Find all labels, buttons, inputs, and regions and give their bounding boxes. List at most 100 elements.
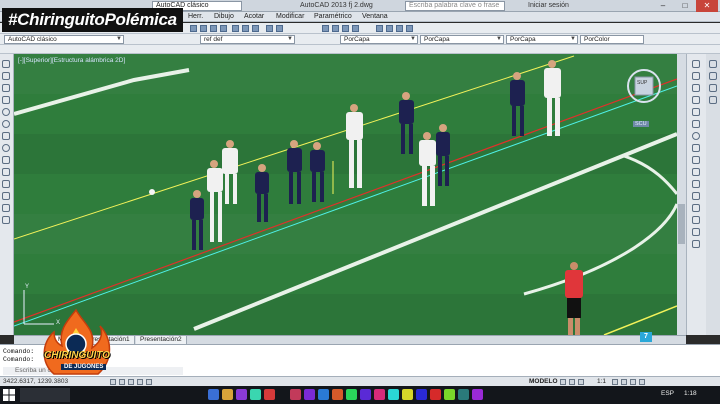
taskbar-app-icon[interactable] — [472, 389, 483, 400]
break-tool-icon[interactable] — [692, 192, 700, 200]
save-icon[interactable] — [210, 25, 217, 32]
open-icon[interactable] — [200, 25, 207, 32]
move-tool-icon[interactable] — [692, 120, 700, 128]
ortho-toggle[interactable] — [128, 379, 134, 385]
snap-tool-icon[interactable] — [709, 84, 717, 92]
polar-toggle[interactable] — [137, 379, 143, 385]
tool-palettes-icon[interactable] — [396, 25, 403, 32]
redo-icon[interactable] — [276, 25, 283, 32]
copy-tool-icon[interactable] — [692, 72, 700, 80]
annotation-visibility-icon[interactable] — [612, 379, 618, 385]
distance-tool-icon[interactable] — [709, 60, 717, 68]
ucs-dropdown[interactable]: SCU — [633, 121, 649, 127]
layer-dropdown[interactable]: ref def ▼ — [200, 35, 295, 44]
taskbar-app-icon[interactable] — [388, 389, 399, 400]
taskbar-app-icon[interactable] — [236, 389, 247, 400]
cut-icon[interactable] — [232, 25, 239, 32]
pan-icon[interactable] — [322, 25, 329, 32]
spline-tool-icon[interactable] — [2, 132, 10, 140]
trim-tool-icon[interactable] — [692, 168, 700, 176]
paste-icon[interactable] — [252, 25, 259, 32]
region-tool-icon[interactable] — [2, 192, 10, 200]
scrollbar-thumb[interactable] — [678, 204, 685, 244]
offset-tool-icon[interactable] — [692, 96, 700, 104]
table-tool-icon[interactable] — [2, 204, 10, 212]
block-tool-icon[interactable] — [2, 156, 10, 164]
taskbar-app-icon[interactable] — [444, 389, 455, 400]
quick-view-drawings-icon[interactable] — [569, 379, 575, 385]
signin-link[interactable]: Iniciar sesión — [528, 1, 569, 11]
taskbar-app-icon[interactable] — [222, 389, 233, 400]
stretch-tool-icon[interactable] — [692, 156, 700, 164]
model-space-button[interactable]: MODELO — [529, 378, 558, 386]
scale-tool-icon[interactable] — [692, 144, 700, 152]
erase-tool-icon[interactable] — [692, 60, 700, 68]
extend-tool-icon[interactable] — [692, 180, 700, 188]
osnap-toggle[interactable] — [146, 379, 152, 385]
taskbar-app-icon[interactable] — [264, 389, 275, 400]
taskbar-app-icon[interactable] — [374, 389, 385, 400]
lineweight-dropdown[interactable]: PorCapa ▼ — [506, 35, 578, 44]
arc-tool-icon[interactable] — [2, 108, 10, 116]
taskbar-app-icon[interactable] — [360, 389, 371, 400]
rectangle-tool-icon[interactable] — [2, 96, 10, 104]
new-icon[interactable] — [190, 25, 197, 32]
close-icon[interactable]: ✕ — [696, 0, 718, 12]
taskbar-search[interactable] — [20, 388, 70, 402]
copy-icon[interactable] — [242, 25, 249, 32]
menu-dimension[interactable]: Acotar — [244, 12, 264, 22]
text-tool-icon[interactable] — [2, 216, 10, 224]
windows-start-icon[interactable] — [3, 389, 15, 401]
taskbar-app-icon[interactable] — [290, 389, 301, 400]
help-search-input[interactable]: Escriba palabra clave o frase — [405, 1, 505, 11]
ellipse-tool-icon[interactable] — [2, 144, 10, 152]
chamfer-tool-icon[interactable] — [692, 216, 700, 224]
taskbar-app-icon[interactable] — [430, 389, 441, 400]
quick-view-layouts-icon[interactable] — [560, 379, 566, 385]
taskbar-app-icon[interactable] — [250, 389, 261, 400]
menu-modify[interactable]: Modificar — [276, 12, 304, 22]
help-icon[interactable] — [406, 25, 413, 32]
viewport-controls-label[interactable]: [-][Superior][Estructura alámbrica 2D] — [18, 57, 125, 64]
taskbar-app-icon[interactable] — [332, 389, 343, 400]
point-tool-icon[interactable] — [2, 168, 10, 176]
plotstyle-dropdown[interactable]: PorColor — [580, 35, 644, 44]
taskbar-app-icon[interactable] — [304, 389, 315, 400]
viewcube-label[interactable]: SUP — [637, 80, 647, 86]
drawing-viewport[interactable]: SUP SCU Y X — [14, 54, 677, 335]
array-tool-icon[interactable] — [692, 108, 700, 116]
taskbar-app-icon[interactable] — [318, 389, 329, 400]
menu-window[interactable]: Ventana — [362, 12, 388, 22]
hatch-tool-icon[interactable] — [2, 180, 10, 188]
area-tool-icon[interactable] — [709, 72, 717, 80]
isolate-objects-icon[interactable] — [639, 379, 645, 385]
workspace-switch-icon[interactable] — [621, 379, 627, 385]
rotate-tool-icon[interactable] — [692, 132, 700, 140]
polygon-tool-icon[interactable] — [2, 84, 10, 92]
menu-tools[interactable]: Herr. — [188, 12, 203, 22]
workspace-dropdown[interactable]: AutoCAD clásico ▼ — [4, 35, 124, 44]
pan-status-icon[interactable] — [578, 379, 584, 385]
design-center-icon[interactable] — [386, 25, 393, 32]
polyline-tool-icon[interactable] — [2, 72, 10, 80]
maximize-icon[interactable]: □ — [674, 0, 696, 12]
circle-tool-icon[interactable] — [2, 120, 10, 128]
taskbar-app-icon[interactable] — [346, 389, 357, 400]
line-tool-icon[interactable] — [2, 60, 10, 68]
taskbar-app-icon[interactable] — [402, 389, 413, 400]
taskbar-app-icon[interactable] — [458, 389, 469, 400]
zoom-icon[interactable] — [332, 25, 339, 32]
lock-ui-icon[interactable] — [630, 379, 636, 385]
taskbar-app-icon[interactable] — [208, 389, 219, 400]
menu-draw[interactable]: Dibujo — [214, 12, 234, 22]
print-icon[interactable] — [220, 25, 227, 32]
annotation-scale[interactable]: 1:1 — [597, 378, 606, 386]
fillet-tool-icon[interactable] — [692, 228, 700, 236]
taskbar-app-icon[interactable] — [416, 389, 427, 400]
mirror-tool-icon[interactable] — [692, 84, 700, 92]
color-dropdown[interactable]: PorCapa ▼ — [340, 35, 418, 44]
zoom-previous-icon[interactable] — [352, 25, 359, 32]
input-language[interactable]: ESP — [661, 390, 674, 397]
menu-parametric[interactable]: Paramétrico — [314, 12, 352, 22]
zoom-window-icon[interactable] — [342, 25, 349, 32]
